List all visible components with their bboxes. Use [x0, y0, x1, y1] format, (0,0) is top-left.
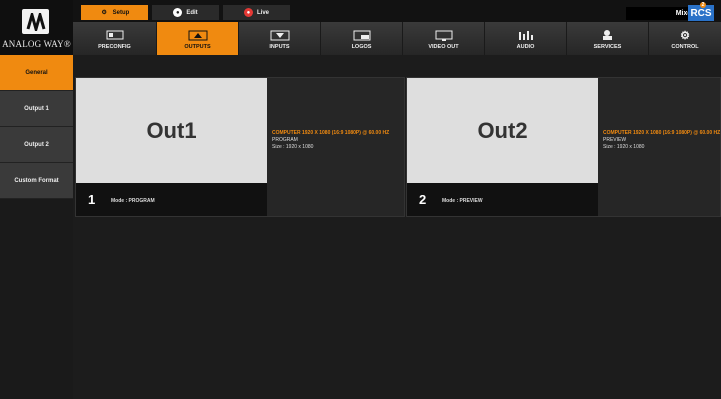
- outputs-icon: [188, 29, 208, 41]
- tab-outputs[interactable]: OUTPUTS: [157, 22, 239, 55]
- sidebar-item-output-1[interactable]: Output 1: [0, 91, 73, 127]
- tab-label: VIDEO OUT: [428, 44, 459, 50]
- output-2-mode: Mode : PREVIEW: [442, 198, 483, 204]
- output-1-mode: Mode : PROGRAM: [111, 198, 155, 204]
- setup-mode-label: Setup: [112, 9, 130, 16]
- services-icon: [598, 29, 618, 41]
- main-tabs: PRECONFIG OUTPUTS INPUTS LOGOS VIDEO OUT…: [73, 22, 721, 55]
- gear-icon: ⚙: [101, 10, 107, 16]
- tab-label: INPUTS: [269, 44, 290, 50]
- output-card-2[interactable]: Out2 COMPUTER 1920 X 1080 (16:9 1080P) @…: [406, 77, 721, 217]
- tab-inputs[interactable]: INPUTS: [239, 22, 321, 55]
- tab-label: CONTROL: [671, 44, 699, 50]
- output-1-preview[interactable]: Out1: [76, 78, 267, 183]
- live-icon: ●: [243, 8, 253, 17]
- tab-logos[interactable]: LOGOS: [321, 22, 403, 55]
- output-2-info: COMPUTER 1920 X 1080 (16:9 1080P) @ 60.0…: [603, 130, 721, 151]
- output-2-resolution: COMPUTER 1920 X 1080 (16:9 1080P) @ 60.0…: [603, 130, 721, 136]
- inputs-icon: [270, 29, 290, 41]
- sidebar-item-general[interactable]: General: [0, 55, 73, 91]
- main-content: Out1 COMPUTER 1920 X 1080 (16:9 1080P) @…: [73, 55, 721, 399]
- output-2-number: 2: [419, 192, 427, 207]
- tab-label: PRECONFIG: [98, 44, 131, 50]
- tab-label: LOGOS: [351, 44, 372, 50]
- tab-preconfig[interactable]: PRECONFIG: [73, 22, 157, 55]
- setup-mode-button[interactable]: ⚙ Setup: [81, 5, 148, 20]
- rcs-logo: RCS 2: [688, 2, 714, 21]
- rcs-label: RCS: [690, 7, 712, 19]
- output-1-info: COMPUTER 1920 X 1080 (16:9 1080P) @ 60.0…: [272, 130, 412, 151]
- video-out-icon: [434, 29, 454, 41]
- logo-text: ANALOG WAY®: [2, 39, 71, 49]
- control-icon: ⚙: [680, 29, 690, 42]
- output-2-footer: 2 Mode : PREVIEW: [407, 183, 598, 216]
- app-window: ANALOG WAY® ⚙ Setup ● Edit ● Live Mixer …: [0, 0, 721, 399]
- live-mode-label: Live: [256, 9, 269, 16]
- output-1-size: Size : 1920 x 1080: [272, 144, 314, 150]
- output-1-resolution: COMPUTER 1920 X 1080 (16:9 1080P) @ 60.0…: [272, 130, 390, 136]
- preconfig-icon: [105, 29, 125, 41]
- sidebar-item-custom-format[interactable]: Custom Format: [0, 163, 73, 199]
- tab-label: SERVICES: [593, 44, 622, 50]
- edit-mode-label: Edit: [186, 9, 198, 16]
- output-2-size: Size : 1920 x 1080: [603, 144, 645, 150]
- live-mode-button[interactable]: ● Live: [223, 5, 290, 20]
- brand-logo: ANALOG WAY®: [0, 0, 73, 55]
- rcs-badge: 2: [700, 2, 706, 8]
- tab-services[interactable]: SERVICES: [567, 22, 649, 55]
- output-2-preview[interactable]: Out2: [407, 78, 598, 183]
- tab-video-out[interactable]: VIDEO OUT: [403, 22, 485, 55]
- audio-icon: [516, 29, 536, 41]
- tab-label: OUTPUTS: [184, 44, 211, 50]
- mode-bar: ⚙ Setup ● Edit ● Live Mixer RCS 2: [73, 0, 721, 22]
- output-1-type: PROGRAM: [272, 137, 298, 143]
- analog-way-logo-icon: [22, 9, 49, 34]
- output-card-1[interactable]: Out1 COMPUTER 1920 X 1080 (16:9 1080P) @…: [75, 77, 405, 217]
- logos-icon: [352, 29, 372, 41]
- edit-mode-button[interactable]: ● Edit: [152, 5, 219, 20]
- output-1-footer: 1 Mode : PROGRAM: [76, 183, 267, 216]
- sidebar-item-output-2[interactable]: Output 2: [0, 127, 73, 163]
- tab-audio[interactable]: AUDIO: [485, 22, 567, 55]
- output-2-type: PREVIEW: [603, 137, 627, 143]
- sidebar: General Output 1 Output 2 Custom Format: [0, 55, 73, 399]
- tab-control[interactable]: ⚙ CONTROL: [649, 22, 721, 55]
- output-1-number: 1: [88, 192, 96, 207]
- edit-icon: ●: [173, 8, 183, 17]
- tab-label: AUDIO: [516, 44, 535, 50]
